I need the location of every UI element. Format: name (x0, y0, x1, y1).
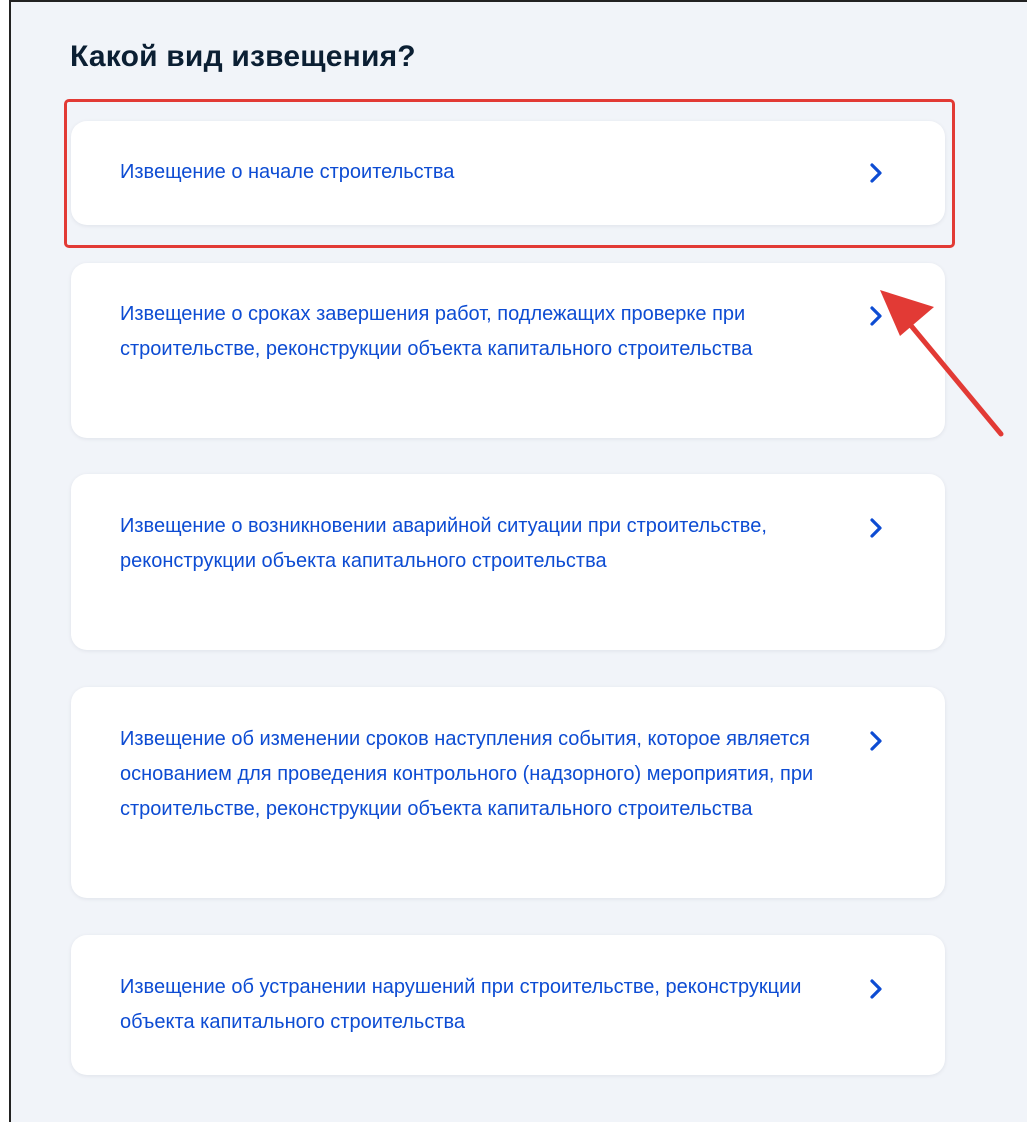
option-label: Извещение о возникновении аварийной ситу… (120, 515, 767, 572)
option-label: Извещение о начале строительства (120, 161, 455, 183)
chevron-right-icon (870, 163, 882, 183)
chevron-right-icon (870, 306, 882, 326)
option-label: Извещение об изменении сроков наступлени… (120, 728, 814, 820)
option-work-completion-deadlines[interactable]: Извещение о сроках завершения работ, под… (71, 263, 945, 438)
option-label: Извещение о сроках завершения работ, под… (120, 303, 753, 360)
option-change-of-event-dates[interactable]: Извещение об изменении сроков наступлени… (71, 687, 945, 898)
chevron-right-icon (870, 979, 882, 999)
option-label: Извещение об устранении нарушений при ст… (120, 976, 802, 1033)
option-start-of-construction[interactable]: Извещение о начале строительства (71, 121, 945, 225)
chevron-right-icon (870, 518, 882, 538)
option-emergency-situation[interactable]: Извещение о возникновении аварийной ситу… (71, 474, 945, 650)
page-title: Какой вид извещения? (70, 40, 416, 73)
chevron-right-icon (870, 731, 882, 751)
option-violations-elimination[interactable]: Извещение об устранении нарушений при ст… (71, 935, 945, 1075)
